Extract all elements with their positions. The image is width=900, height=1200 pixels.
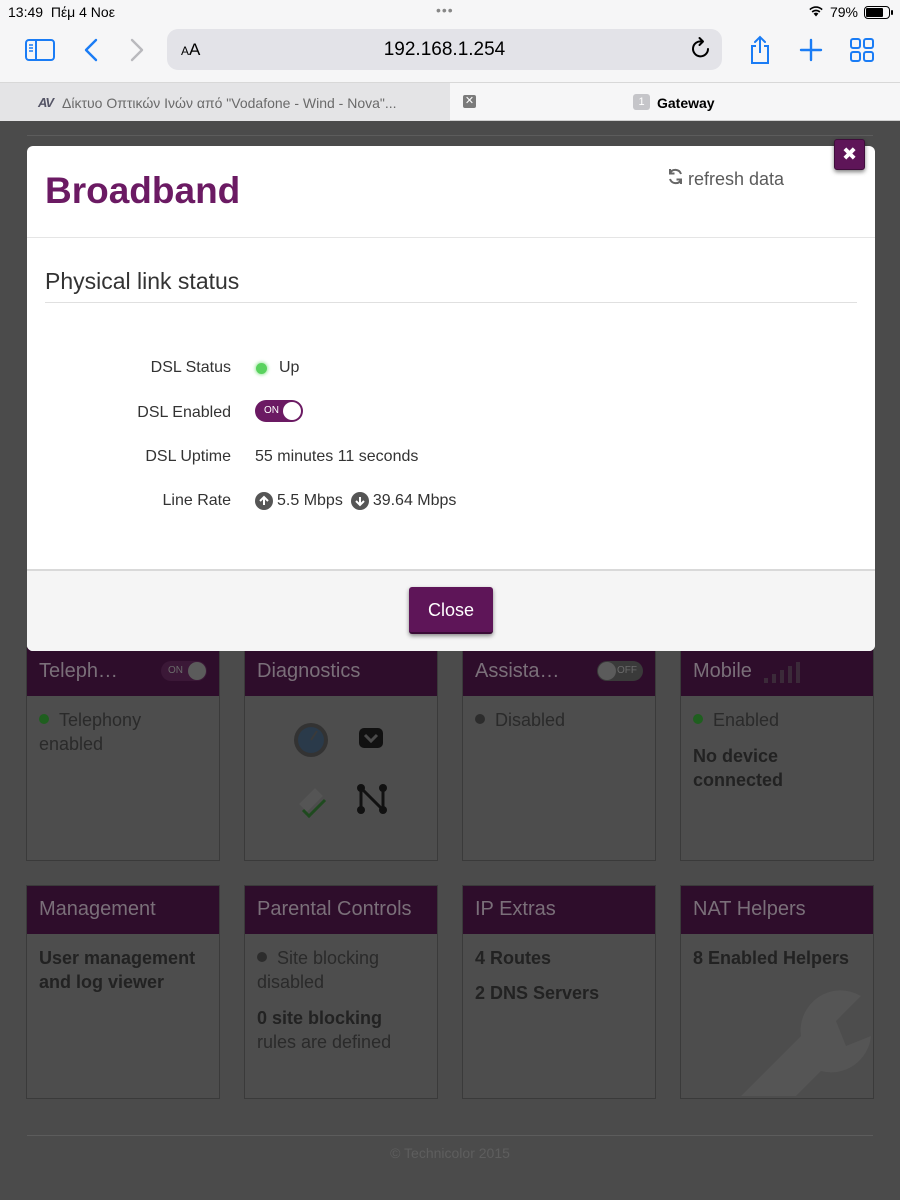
battery-percent: 79% [829, 4, 858, 20]
battery-icon [864, 5, 893, 19]
gauge-icon[interactable] [293, 722, 329, 764]
tab-bar: AV Δίκτυο Οπτικών Ινών από "Vodafone - W… [0, 82, 900, 121]
section-title: Physical link status [45, 268, 240, 294]
card-count: 0 site blocking [257, 1008, 383, 1028]
copyright: © Technicolor 2015 [390, 1145, 510, 1161]
card-mobile[interactable]: Mobile Enabled No device connected [680, 647, 874, 861]
row-label: DSL Uptime [145, 448, 231, 465]
browser-toolbar: AA 192.168.1.254 [0, 26, 900, 82]
tab-overview-icon[interactable] [844, 34, 880, 66]
card-ip-extras[interactable]: IP Extras 4 Routes 2 DNS Servers [462, 885, 656, 1099]
back-icon[interactable] [73, 34, 109, 66]
row-dsl-status: DSL Status Up [27, 357, 875, 381]
sidebar-icon[interactable] [22, 34, 58, 66]
dsl-status-value: Up [279, 359, 300, 376]
tab-favicon: AV [38, 95, 54, 110]
card-text: 8 Enabled Helpers [693, 948, 850, 968]
card-title: Management [39, 898, 156, 920]
card-parental-controls[interactable]: Parental Controls Site blocking disabled… [244, 885, 438, 1099]
download-rate: 39.64 Mbps [372, 492, 457, 509]
address-bar[interactable]: AA 192.168.1.254 [167, 29, 722, 70]
row-label: DSL Enabled [137, 404, 231, 421]
reload-icon[interactable] [690, 36, 712, 65]
refresh-data-link[interactable]: refresh data [667, 168, 784, 190]
close-button[interactable]: Close [409, 587, 493, 634]
row-dsl-uptime: DSL Uptime 55 minutes 11 seconds [27, 446, 875, 470]
row-line-rate: Line Rate 5.5 Mbps 39.64 Mbps [27, 490, 875, 514]
upload-rate: 5.5 Mbps [277, 492, 343, 509]
divider [27, 135, 873, 136]
signal-bars-icon [763, 662, 803, 690]
tab-badge: 1 [633, 94, 650, 110]
status-dot [257, 952, 267, 962]
modal-header: Broadband refresh data [27, 146, 875, 238]
divider [27, 1135, 873, 1136]
status-dot [39, 714, 49, 724]
share-icon[interactable] [742, 34, 778, 66]
card-title: Mobile [693, 660, 752, 682]
card-nat-helpers[interactable]: NAT Helpers 8 Enabled Helpers [680, 885, 874, 1099]
card-routes: 4 Routes [475, 948, 552, 968]
tab-gateway[interactable]: 1 Gateway [450, 83, 900, 121]
network-nodes-icon[interactable] [355, 782, 389, 822]
status-dot [475, 714, 485, 724]
shield-icon[interactable] [357, 726, 385, 756]
status-bar: 13:49 Πέμ 4 Νοε ••• 79% [0, 0, 900, 26]
card-telephony[interactable]: Teleph… ON Telephony enabled [26, 647, 220, 861]
upload-arrow-icon [255, 492, 273, 510]
wifi-icon [808, 4, 824, 20]
status-led-icon [256, 362, 267, 374]
card-text: User management and log viewer [39, 948, 196, 992]
card-title: Parental Controls [257, 898, 412, 920]
dsl-enabled-toggle[interactable]: ON [255, 400, 303, 422]
status-time: 13:49 Πέμ 4 Νοε [8, 4, 115, 20]
row-label: Line Rate [162, 492, 232, 509]
download-arrow-icon [350, 492, 369, 510]
tab-vodafone[interactable]: AV Δίκτυο Οπτικών Ινών από "Vodafone - W… [0, 83, 450, 121]
status-dot [693, 714, 703, 724]
tab-title: Gateway [657, 95, 715, 111]
modal-footer: Close [27, 569, 875, 651]
wrench-icon [721, 976, 871, 1102]
modal-title: Broadband [45, 170, 241, 211]
card-dns: 2 DNS Servers [475, 983, 600, 1003]
card-title: NAT Helpers [693, 898, 806, 920]
broadband-modal: Broadband refresh data Physical link sta… [27, 146, 875, 651]
refresh-icon [667, 168, 684, 190]
tab-title: Δίκτυο Οπτικών Ινών από "Vodafone - Wind… [62, 95, 397, 111]
card-management[interactable]: Management User management and log viewe… [26, 885, 220, 1099]
card-diagnostics[interactable]: Diagnostics [244, 647, 438, 861]
card-status: Site blocking disabled [257, 948, 380, 992]
card-title: Diagnostics [257, 660, 361, 682]
dsl-uptime-value: 55 minutes 11 seconds [255, 448, 419, 465]
network-check-icon[interactable] [293, 782, 329, 824]
new-tab-icon[interactable] [793, 34, 829, 66]
telephony-toggle[interactable]: ON [161, 661, 207, 681]
address-text[interactable]: 192.168.1.254 [167, 39, 722, 61]
divider [45, 302, 857, 303]
card-status: Telephony enabled [39, 710, 142, 754]
close-modal-icon[interactable]: ✖ [834, 139, 865, 170]
row-label: DSL Status [150, 359, 231, 376]
card-status: Enabled [713, 710, 780, 730]
card-count-sub: rules are defined [257, 1032, 392, 1052]
multitask-dots-icon[interactable]: ••• [436, 2, 454, 18]
forward-icon[interactable] [119, 34, 155, 66]
card-title: Assista… [475, 660, 560, 682]
card-title: IP Extras [475, 898, 556, 920]
row-dsl-enabled: DSL Enabled ON [27, 400, 875, 424]
card-assistance[interactable]: Assista… OFF Disabled [462, 647, 656, 861]
card-title: Teleph… [39, 660, 118, 682]
card-note: No device connected [693, 746, 784, 790]
card-status: Disabled [495, 710, 566, 730]
assistance-toggle[interactable]: OFF [597, 661, 643, 681]
